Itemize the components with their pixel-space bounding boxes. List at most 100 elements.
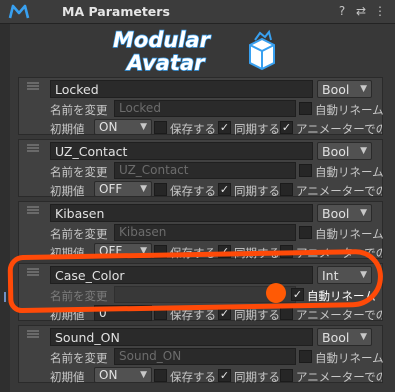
synced-checkbox[interactable]: ✓	[218, 121, 231, 134]
chevron-down-icon: ▼	[360, 332, 367, 342]
synced-label: 同期する	[234, 308, 280, 322]
parameter-type-dropdown[interactable]: Bool ▼	[317, 80, 372, 98]
animator-checkbox[interactable]	[280, 369, 293, 382]
animator-checkbox[interactable]	[280, 183, 293, 196]
sliders-icon[interactable]: ⇄	[353, 3, 369, 19]
saved-label: 保存する	[170, 370, 216, 384]
saved-checkbox[interactable]	[154, 245, 167, 258]
animator-label: アニメーターでの初	[296, 308, 382, 322]
parameter-entry: UZ_Contact Bool ▼ 名前を変更 UZ_Contact 自動リネーム…	[18, 139, 384, 198]
auto-rename-checkbox[interactable]	[299, 164, 312, 177]
synced-label: 同期する	[234, 246, 280, 260]
parameter-type-dropdown[interactable]: Bool ▼	[317, 204, 372, 222]
parameter-name-field[interactable]: Sound_ON	[50, 328, 313, 346]
synced-label: 同期する	[234, 184, 280, 198]
menu-icon[interactable]: ⋮	[372, 3, 388, 19]
drag-handle-icon[interactable]	[27, 268, 39, 276]
left-gutter	[0, 24, 10, 392]
parameter-name-field[interactable]: Case_Color	[50, 266, 313, 284]
saved-label: 保存する	[170, 122, 216, 136]
animator-label: アニメーターでの初	[296, 370, 382, 384]
animator-checkbox[interactable]	[280, 245, 293, 258]
inspector-header: MA Parameters ? ⇄ ⋮	[0, 0, 395, 24]
default-value-dropdown[interactable]: ON ▼	[94, 367, 152, 383]
auto-rename-label: 自動リネーム	[315, 227, 384, 241]
saved-checkbox[interactable]	[154, 369, 167, 382]
modular-avatar-logo-icon	[8, 4, 30, 19]
parameter-entry: Case_Color Int ▼ 名前を変更 ✓ 自動リネーム 初期値 0 保存す…	[18, 263, 383, 322]
rename-field[interactable]: Locked	[114, 100, 296, 117]
parameter-name-field[interactable]: Locked	[50, 80, 313, 98]
default-value-dropdown[interactable]: OFF ▼	[94, 243, 152, 259]
default-value-label: 初期値	[50, 370, 85, 384]
chevron-down-icon: ▼	[140, 122, 147, 132]
saved-label: 保存する	[170, 308, 216, 322]
animator-checkbox[interactable]	[280, 307, 293, 320]
parameter-entry: Kibasen Bool ▼ 名前を変更 Kibasen 自動リネーム 初期値 O…	[18, 201, 384, 260]
synced-checkbox[interactable]: ✓	[218, 369, 231, 382]
default-value-input[interactable]: 0	[94, 305, 152, 321]
default-value-dropdown[interactable]: ON ▼	[94, 119, 152, 135]
banner-box-icon	[249, 29, 275, 71]
parameter-name-field[interactable]: Kibasen	[50, 204, 313, 222]
selection-marker	[4, 292, 6, 302]
rename-label: 名前を変更	[50, 227, 108, 241]
default-value-label: 初期値	[50, 184, 85, 198]
rename-label: 名前を変更	[50, 165, 108, 179]
parameter-entry: Sound_ON Bool ▼ 名前を変更 Sound_ON 自動リネーム 初期値…	[18, 325, 384, 384]
auto-rename-label: 自動リネーム	[315, 351, 384, 365]
auto-rename-label: 自動リネーム	[315, 165, 384, 179]
saved-checkbox[interactable]	[154, 307, 167, 320]
chevron-down-icon: ▼	[360, 84, 367, 94]
auto-rename-checkbox[interactable]	[299, 102, 312, 115]
rename-label: 名前を変更	[50, 351, 108, 365]
default-value-dropdown[interactable]: OFF ▼	[94, 181, 152, 197]
auto-rename-checkbox[interactable]	[299, 350, 312, 363]
help-icon[interactable]: ?	[334, 3, 350, 19]
rename-label: 名前を変更	[50, 103, 108, 117]
animator-checkbox[interactable]: ✓	[280, 121, 293, 134]
modular-avatar-banner: Modular Avatar	[112, 27, 275, 75]
synced-label: 同期する	[234, 370, 280, 384]
rename-field[interactable]: UZ_Contact	[114, 162, 296, 179]
parameter-type-dropdown[interactable]: Bool ▼	[317, 328, 372, 346]
rename-field[interactable]: Kibasen	[114, 224, 296, 241]
animator-label: アニメーターでの初	[296, 246, 382, 260]
banner-line2: Avatar	[125, 51, 206, 75]
annotation-dot	[266, 283, 286, 303]
chevron-down-icon: ▼	[140, 370, 147, 380]
drag-handle-icon[interactable]	[27, 82, 39, 90]
rename-label: 名前を変更	[50, 289, 108, 303]
saved-checkbox[interactable]	[154, 183, 167, 196]
default-value-label: 初期値	[50, 246, 85, 260]
auto-rename-checkbox[interactable]	[299, 226, 312, 239]
synced-checkbox[interactable]: ✓	[218, 307, 231, 320]
drag-handle-icon[interactable]	[27, 144, 39, 152]
default-value-label: 初期値	[50, 308, 85, 322]
component-title: MA Parameters	[62, 4, 170, 19]
auto-rename-label: 自動リネーム	[307, 289, 376, 303]
saved-checkbox[interactable]	[154, 121, 167, 134]
parameter-type-dropdown[interactable]: Int ▼	[317, 266, 372, 284]
saved-label: 保存する	[170, 246, 216, 260]
synced-label: 同期する	[234, 122, 280, 136]
saved-label: 保存する	[170, 184, 216, 198]
chevron-down-icon: ▼	[140, 184, 147, 194]
parameter-type-dropdown[interactable]: Bool ▼	[317, 142, 372, 160]
synced-checkbox[interactable]: ✓	[218, 245, 231, 258]
default-value-label: 初期値	[50, 122, 85, 136]
drag-handle-icon[interactable]	[27, 330, 39, 338]
animator-label: アニメーターでの初	[296, 184, 382, 198]
chevron-down-icon: ▼	[360, 208, 367, 218]
parameter-entry: Locked Bool ▼ 名前を変更 Locked 自動リネーム 初期値 ON ▼…	[18, 77, 384, 136]
auto-rename-label: 自動リネーム	[315, 103, 384, 117]
auto-rename-checkbox[interactable]: ✓	[291, 288, 304, 301]
animator-label: アニメーターでの初	[296, 122, 382, 136]
chevron-down-icon: ▼	[140, 246, 147, 256]
chevron-down-icon: ▼	[360, 146, 367, 156]
parameter-name-field[interactable]: UZ_Contact	[50, 142, 313, 160]
drag-handle-icon[interactable]	[27, 206, 39, 214]
rename-field[interactable]: Sound_ON	[114, 348, 296, 365]
chevron-down-icon: ▼	[360, 270, 367, 280]
synced-checkbox[interactable]: ✓	[218, 183, 231, 196]
